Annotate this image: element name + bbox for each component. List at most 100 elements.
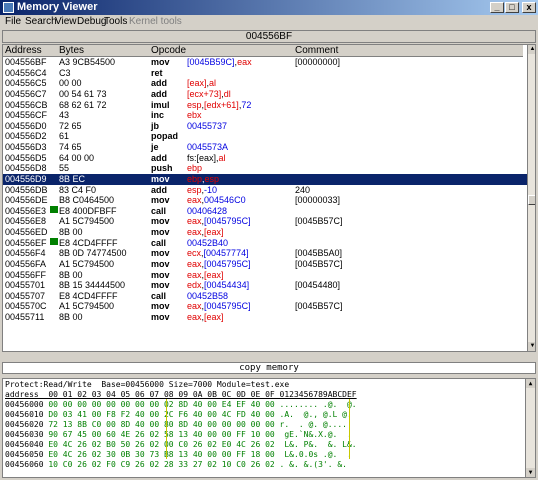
hex-row[interactable]: 00456060 10 C0 26 02 F0 C9 26 02 28 33 2… <box>5 460 347 470</box>
row-opcode: mov <box>151 312 170 322</box>
disasm-row[interactable]: 004556DB 83 C4 F0 add esp,-10 240 <box>3 185 527 196</box>
copy-memory-bar[interactable]: copy memory <box>2 362 536 374</box>
menu-search[interactable]: Search <box>25 16 57 27</box>
current-address-bar[interactable]: 004556BF <box>2 30 536 43</box>
operand-token: [00457774] <box>203 248 249 259</box>
row-address: 004556C4 <box>5 67 47 78</box>
row-operands: ebp <box>187 163 202 174</box>
disasm-row[interactable]: 004556DE B8 C0464500 mov eax,004546C0 [00000… <box>3 195 527 206</box>
hex-row[interactable]: 00456040 E0 4C 26 02 B0 50 26 02 00 C0 2… <box>5 440 357 450</box>
row-operands: eax,004546C0 <box>187 195 246 206</box>
row-operands: esp,[edx+61],72 <box>187 100 251 111</box>
hex-view[interactable]: Protect:Read/Write Base=00456000 Size=70… <box>2 378 536 478</box>
row-address: 004556F4 <box>5 248 46 259</box>
disasm-row[interactable]: 004556D9 8B EC mov ebp,esp <box>3 173 527 185</box>
hex-row-bytes[interactable]: D0 03 41 00 F8 F2 40 00 2C F6 40 00 4C F… <box>48 410 279 419</box>
disasm-row[interactable]: 004556D8 55 push ebp <box>3 163 527 174</box>
title-bar[interactable]: Memory Viewer _ □ x <box>0 0 538 15</box>
disasm-row[interactable]: 004556FA A1 5C794500 mov eax,[0045795C] [004… <box>3 259 527 270</box>
hex-scrollbar[interactable]: ▲ ▼ <box>525 379 535 477</box>
disasm-row[interactable]: 004556D3 74 65 je 0045573A <box>3 142 527 153</box>
minimize-button[interactable]: _ <box>490 2 504 13</box>
hex-row-bytes[interactable]: 72 13 8B C0 00 8D 40 00 80 8D 40 00 00 0… <box>48 420 279 429</box>
operand-token: esp <box>204 173 220 184</box>
operand-token: -10 <box>204 184 218 195</box>
hex-row-ascii[interactable]: gE.`N&.X.@. . <box>280 430 351 439</box>
disasm-row[interactable]: 004556C5 00 00 add [eax],al <box>3 78 527 89</box>
splitter[interactable] <box>0 353 538 361</box>
hex-row[interactable]: 00456020 72 13 8B C0 00 8D 40 00 80 8D 4… <box>5 420 347 430</box>
row-address: 00455707 <box>5 290 46 301</box>
column-comment[interactable]: Comment <box>295 45 338 56</box>
hex-row[interactable]: 00456030 90 67 45 00 60 4E 26 02 58 13 4… <box>5 430 352 440</box>
hex-row[interactable]: 00456000 00 00 00 00 00 00 00 00 02 8D 4… <box>5 400 357 410</box>
hex-row-ascii[interactable]: . &. &.(3'. &. <box>280 460 347 469</box>
menu-file[interactable]: File <box>5 16 21 27</box>
disassembler-scrollbar[interactable]: ▲ ▼ <box>527 45 535 351</box>
maximize-button[interactable]: □ <box>505 2 519 13</box>
disasm-row[interactable]: 004556CF 43 inc ebx <box>3 110 527 121</box>
menu-view[interactable]: View <box>55 16 77 27</box>
disasm-row[interactable]: 0045570C A1 5C794500 mov eax,[0045795C] [004… <box>3 301 527 312</box>
hex-row-bytes[interactable]: E0 4C 26 02 30 0B 30 73 B8 13 40 00 00 F… <box>48 450 279 459</box>
disasm-row[interactable]: 004556CB 68 62 61 72 imul esp,[edx+61],72 <box>3 100 527 111</box>
hex-row-ascii[interactable]: L&. P&. &. L&. <box>280 440 356 449</box>
row-opcode: mov <box>151 227 170 237</box>
breakpoint-marker-icon[interactable] <box>50 205 58 213</box>
disasm-row[interactable]: 004556EF E8 4CD4FFFF call 00452B40 <box>3 237 527 249</box>
menu-bar: File Search View Debug Tools Kernel tool… <box>0 15 538 29</box>
hex-row-bytes[interactable]: 10 C0 26 02 F0 C9 26 02 28 33 27 02 10 C… <box>48 460 279 469</box>
disasm-row[interactable]: 004556FF 8B 00 mov eax,[eax] <box>3 270 527 281</box>
row-opcode: ret <box>151 67 163 78</box>
column-address[interactable]: Address <box>5 45 42 56</box>
disasm-row[interactable]: 004556E3 E8 400DFBFF call 00406428 <box>3 205 527 217</box>
disasm-row[interactable]: 00455707 E8 4CD4FFFF call 00452B58 <box>3 291 527 302</box>
hex-row-ascii[interactable]: r. . @. @.... <box>280 420 347 429</box>
disasm-row[interactable]: 004556E8 A1 5C794500 mov eax,[0045795C] [004… <box>3 216 527 227</box>
column-opcode[interactable]: Opcode <box>151 45 186 56</box>
disasm-row[interactable]: 004556D5 64 00 00 add fs:[eax],al <box>3 153 527 164</box>
scroll-up-arrow-icon[interactable]: ▲ <box>528 45 535 54</box>
disasm-row[interactable]: 004556D0 72 65 jb 00455737 <box>3 121 527 132</box>
menu-debug[interactable]: Debug <box>77 16 106 27</box>
scroll-down-arrow-icon[interactable]: ▼ <box>528 342 535 351</box>
row-comment: [0045B57C] <box>295 301 343 312</box>
menu-kernel-tools[interactable]: Kernel tools <box>129 16 182 27</box>
hex-scroll-down-arrow-icon[interactable]: ▼ <box>526 468 535 477</box>
hex-row-bytes[interactable]: E0 4C 26 02 B0 50 26 02 00 C0 26 02 E0 4… <box>48 440 279 449</box>
breakpoint-marker-icon[interactable] <box>50 237 58 245</box>
column-bytes[interactable]: Bytes <box>59 45 84 56</box>
hex-row-bytes[interactable]: 90 67 45 00 60 4E 26 02 58 13 40 00 00 F… <box>48 430 279 439</box>
hex-row-ascii[interactable]: L&.0.0s .@. . <box>280 450 351 459</box>
row-bytes: 83 C4 F0 <box>59 184 97 195</box>
row-bytes: 43 <box>59 110 70 121</box>
disasm-row[interactable]: 004556BF A3 9CB54500 mov [0045B59C],eax [000… <box>3 57 527 68</box>
hex-scroll-up-arrow-icon[interactable]: ▲ <box>526 379 535 388</box>
row-bytes: 00 00 <box>59 78 82 89</box>
hex-row-bytes[interactable]: 00 00 00 00 00 00 00 00 02 8D 40 00 E4 E… <box>48 400 279 409</box>
disasm-row[interactable]: 00455711 8B 00 mov eax,[eax] <box>3 312 527 323</box>
operand-token: esp <box>187 184 202 195</box>
disasm-row[interactable]: 004556D2 61 popad <box>3 131 527 142</box>
operand-token: [0045B59C] <box>187 57 235 67</box>
menu-tools[interactable]: Tools <box>104 16 127 27</box>
hex-row-ascii[interactable]: .A. @., @.L @. <box>280 410 352 419</box>
disasm-row[interactable]: 004556C4 C3 ret <box>3 68 527 79</box>
disasm-row[interactable]: 004556ED 8B 00 mov eax,[eax] <box>3 227 527 238</box>
hex-row[interactable]: 00456050 E0 4C 26 02 30 0B 30 73 B8 13 4… <box>5 450 352 460</box>
disasm-row[interactable]: 00455701 8B 15 34444500 mov edx,[00454434][… <box>3 280 527 291</box>
operand-token: [eax] <box>204 227 224 237</box>
hex-row[interactable]: 00456010 D0 03 41 00 F8 F2 40 00 2C F6 4… <box>5 410 352 420</box>
row-bytes: 72 65 <box>59 120 82 131</box>
row-bytes: 68 62 61 72 <box>59 99 107 110</box>
disassembler-view[interactable]: Address Bytes Opcode Comment 004556BF A3 … <box>2 44 536 352</box>
row-opcode: call <box>151 205 167 216</box>
hex-row-ascii[interactable]: ........ .@. @. <box>280 400 357 409</box>
disasm-row[interactable]: 004556C7 00 54 61 73 add [ecx+73],dl <box>3 89 527 100</box>
disasm-row[interactable]: 004556F4 8B 0D 74774500 mov ecx,[00457774][… <box>3 248 527 259</box>
row-bytes: A1 5C794500 <box>59 258 115 269</box>
scroll-thumb[interactable] <box>528 195 535 205</box>
row-bytes: E8 400DFBFF <box>59 205 117 216</box>
close-button[interactable]: x <box>522 2 536 13</box>
row-bytes: 61 <box>59 131 70 142</box>
